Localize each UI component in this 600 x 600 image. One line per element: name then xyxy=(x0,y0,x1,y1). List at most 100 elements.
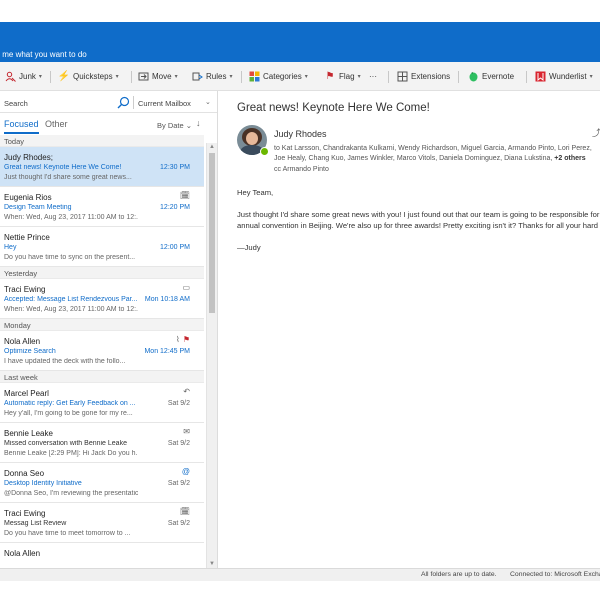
reply-all-icon: ↶ xyxy=(183,387,190,396)
rules-button[interactable]: Rules ▾ xyxy=(191,69,232,84)
search-input[interactable]: Search xyxy=(4,99,28,108)
message-sender: Nola Allen xyxy=(4,337,41,346)
search-icon[interactable] xyxy=(117,96,130,109)
extensions-icon xyxy=(396,71,408,83)
status-bar: All folders are up to date. Connected to… xyxy=(0,568,600,581)
sender-name[interactable]: Judy Rhodes xyxy=(274,129,327,139)
body-line-1: Just thought I'd share some great news w… xyxy=(237,210,600,219)
rules-label: Rules xyxy=(206,72,227,81)
cc-prefix: cc xyxy=(274,166,281,173)
message-sender: Nettie Prince xyxy=(4,233,50,242)
chevron-down-icon: ▾ xyxy=(115,74,119,80)
chevron-down-icon: ⌄ xyxy=(185,121,193,130)
flag-button[interactable]: ⚑ Flag ▾ xyxy=(324,69,361,84)
sync-status: All folders are up to date. xyxy=(421,571,497,578)
connection-status: Connected to: Microsoft Exchange xyxy=(510,571,600,578)
message-preview: Just thought I'd share some great news..… xyxy=(4,174,132,181)
message-preview: I have updated the deck with the follo..… xyxy=(4,358,126,365)
chevron-down-icon: ▾ xyxy=(229,74,233,80)
more-recipients-link[interactable]: +2 others xyxy=(554,155,585,162)
message-preview: @Donna Seo, I'm reviewing the presentati… xyxy=(4,490,138,497)
sort-direction-icon[interactable]: ↓ xyxy=(196,118,201,128)
flag-label: Flag xyxy=(339,72,355,81)
message-preview: Bennie Leake [2:29 PM]: Hi Jack Do you h… xyxy=(4,450,138,457)
cc-list: Armando Pinto xyxy=(282,166,329,173)
move-icon xyxy=(137,71,149,83)
toolbar-divider xyxy=(388,71,389,83)
chevron-down-icon: ▾ xyxy=(174,74,178,80)
extensions-button[interactable]: Extensions xyxy=(396,69,450,84)
list-item[interactable]: Traci Ewing ▭ Accepted: Message List Ren… xyxy=(0,279,204,319)
scrollbar-thumb[interactable] xyxy=(209,153,215,313)
flag-icon[interactable]: ⚑ xyxy=(183,335,190,344)
recipients-to: to Kat Larsson, Chandrakanta Kulkarni, W… xyxy=(274,144,600,164)
list-item[interactable]: Traci Ewing 🗓 Messag List Review Sat 9/2… xyxy=(0,503,204,543)
message-sender: Traci Ewing xyxy=(4,285,46,294)
group-header-yesterday: Yesterday xyxy=(0,267,204,279)
message-list-pane: Search Current Mailbox ⌄ Focused Other B… xyxy=(0,91,218,568)
message-subject: Accepted: Message List Rendezvous Par... xyxy=(4,296,138,303)
message-time: Sat 9/2 xyxy=(167,400,190,407)
chevron-down-icon[interactable]: ⌄ xyxy=(205,98,211,106)
message-subject: Design Team Meeting xyxy=(4,204,72,211)
message-time: Mon 12:45 PM xyxy=(144,348,190,355)
tab-other[interactable]: Other xyxy=(45,119,68,129)
message-subject: Hey xyxy=(4,244,17,251)
message-body: Hey Team, Just thought I'd share some gr… xyxy=(237,187,600,264)
toolbar-divider xyxy=(526,71,527,83)
top-strip xyxy=(0,0,600,22)
junk-button[interactable]: Junk ▾ xyxy=(4,69,42,84)
message-time: 12:30 PM xyxy=(160,164,190,171)
list-item[interactable]: Judy Rhodes; Great news! Keynote Here We… xyxy=(0,147,204,187)
sort-dropdown[interactable]: By Date ⌄ xyxy=(157,121,192,130)
list-item[interactable]: Nola Allen ⌇ ⚑ Optimize Search Mon 12:45 … xyxy=(0,331,204,371)
message-preview: Do you have time to meet tomorrow to ... xyxy=(4,530,131,537)
message-sender: Donna Seo xyxy=(4,469,45,478)
scroll-down-icon[interactable]: ▼ xyxy=(209,561,215,567)
message-sender: Nola Allen xyxy=(4,549,41,558)
evernote-icon xyxy=(467,71,479,83)
ribbon-toolbar: Junk ▾ ⚡ Quicksteps ▾ Move ▾ Rules ▾ Cat… xyxy=(0,62,600,91)
message-preview: Do you have time to sync on the present.… xyxy=(4,254,136,261)
reply-icon[interactable]: ⤴ xyxy=(592,126,600,139)
tab-focused[interactable]: Focused xyxy=(4,119,39,134)
to-prefix: to xyxy=(274,145,280,152)
list-item[interactable]: Bennie Leake ✉ Missed conversation with … xyxy=(0,423,204,463)
wunderlist-button[interactable]: Wunderlist ▾ xyxy=(534,69,593,84)
categories-button[interactable]: Categories ▾ xyxy=(248,69,308,84)
scroll-up-icon[interactable]: ▲ xyxy=(209,144,215,150)
flag-icon: ⚑ xyxy=(325,70,335,82)
message-sender: Traci Ewing xyxy=(4,509,46,518)
reading-subject: Great news! Keynote Here We Come! xyxy=(237,102,430,114)
focused-other-tabs: Focused Other By Date ⌄ ↓ xyxy=(0,113,217,135)
message-subject: Automatic reply: Get Early Feedback on .… xyxy=(4,400,136,407)
sort-label: By Date xyxy=(157,121,184,130)
message-subject: Desktop Identity Initiative xyxy=(4,480,82,487)
list-item[interactable]: Donna Seo @ Desktop Identity Initiative … xyxy=(0,463,204,503)
toolbar-divider xyxy=(458,71,459,83)
body-line-2: annual convention in Beijing. We're also… xyxy=(237,221,600,230)
calendar-icon: 🗓 xyxy=(179,191,190,200)
body-greeting: Hey Team, xyxy=(237,188,274,197)
list-item[interactable]: Eugenia Rios 🗓 Design Team Meeting 12:20… xyxy=(0,187,204,227)
list-item[interactable]: Marcel Pearl ↶ Automatic reply: Get Earl… xyxy=(0,383,204,423)
chevron-down-icon: ▾ xyxy=(357,74,361,80)
message-time: Mon 10:18 AM xyxy=(144,296,190,303)
search-scope-dropdown[interactable]: Current Mailbox xyxy=(138,99,191,108)
evernote-button[interactable]: Evernote xyxy=(467,69,514,84)
tell-me-box[interactable]: Tell me what you want to do xyxy=(0,50,87,59)
more-button[interactable]: ··· xyxy=(369,69,377,84)
body-signature: —Judy xyxy=(237,243,261,252)
message-preview: When: Wed, Aug 23, 2017 11:00 AM to 12:.… xyxy=(4,214,138,221)
chevron-down-icon: ▾ xyxy=(304,74,308,80)
message-list-scrollbar[interactable]: ▲ ▼ xyxy=(206,143,217,568)
group-header-today: Today xyxy=(0,135,204,147)
message-list: Today Judy Rhodes; Great news! Keynote H… xyxy=(0,135,204,568)
message-time: Sat 9/2 xyxy=(167,480,190,487)
wunderlist-label: Wunderlist xyxy=(549,72,587,81)
move-button[interactable]: Move ▾ xyxy=(137,69,178,84)
wunderlist-icon xyxy=(534,71,546,83)
list-item[interactable]: Nola Allen xyxy=(0,543,204,568)
list-item[interactable]: Nettie Prince Hey 12:00 PM Do you have t… xyxy=(0,227,204,267)
quicksteps-button[interactable]: ⚡ Quicksteps ▾ xyxy=(58,69,119,84)
